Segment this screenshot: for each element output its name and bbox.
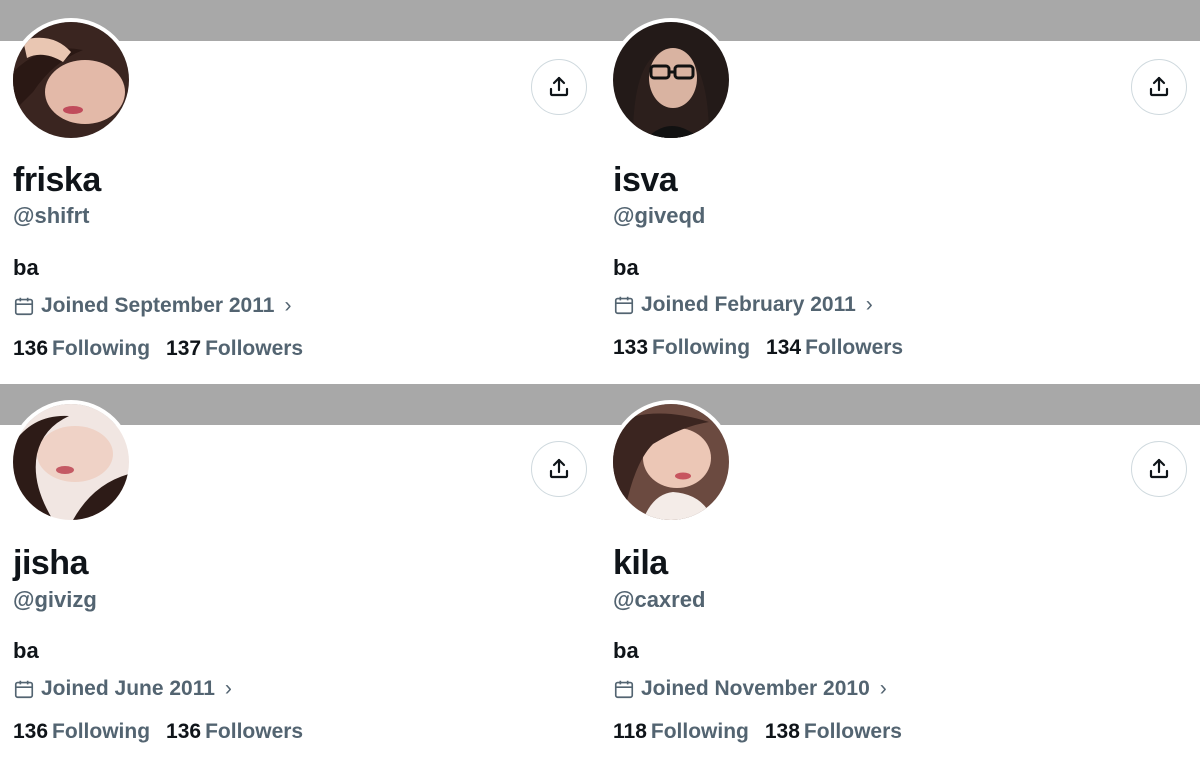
follow-stats: 136 Following 137 Followers: [13, 335, 303, 363]
bio: ba: [613, 638, 639, 663]
following-count: 136: [13, 337, 49, 360]
avatar[interactable]: [609, 400, 733, 524]
followers-stat[interactable]: 136 Followers: [166, 718, 303, 746]
display-name: friska: [13, 161, 101, 199]
share-upload-icon: [1149, 76, 1169, 97]
calendar-icon: [14, 680, 34, 699]
display-name: kila: [613, 544, 668, 582]
following-count: 133: [613, 336, 649, 359]
followers-label: Followers: [805, 336, 904, 359]
joined-text: Joined June 2011: [41, 677, 215, 700]
following-stat[interactable]: 118 Following: [613, 718, 749, 746]
followers-count: 138: [764, 720, 800, 743]
chevron-right-icon: ›: [284, 294, 292, 317]
following-stat[interactable]: 136 Following: [13, 718, 150, 746]
profile-card-kila: kila @caxred ba Joined November 2010 › 1…: [600, 384, 1200, 768]
followers-label: Followers: [205, 720, 304, 743]
following-label: Following: [52, 337, 151, 360]
following-count: 118: [613, 720, 647, 743]
share-upload-icon: [1149, 458, 1169, 479]
share-upload-icon: [549, 458, 569, 479]
following-label: Following: [650, 720, 749, 743]
follow-stats: 118 Following 138 Followers: [613, 718, 902, 746]
joined-text: Joined November 2010: [641, 677, 870, 700]
share-button[interactable]: [531, 441, 587, 497]
followers-stat[interactable]: 137 Followers: [166, 335, 303, 363]
joined-date[interactable]: Joined February 2011 ›: [613, 291, 873, 319]
calendar-icon: [614, 296, 634, 315]
followers-label: Followers: [205, 337, 304, 360]
joined-text: Joined February 2011: [641, 293, 856, 316]
joined-date[interactable]: Joined June 2011 ›: [13, 675, 232, 703]
following-stat[interactable]: 133 Following: [613, 334, 750, 362]
share-upload-icon: [549, 76, 569, 97]
display-name: jisha: [13, 544, 88, 582]
handle: @givizg: [13, 587, 97, 612]
followers-count: 137: [166, 337, 202, 360]
display-name: isva: [613, 161, 678, 199]
followers-count: 134: [766, 336, 802, 359]
profile-card-jisha: jisha @givizg ba Joined June 2011 › 136 F…: [0, 384, 600, 768]
chevron-right-icon: ›: [865, 293, 873, 316]
calendar-icon: [14, 297, 34, 316]
handle: @caxred: [613, 587, 706, 612]
calendar-icon: [614, 680, 634, 699]
followers-stat[interactable]: 134 Followers: [766, 334, 903, 362]
profile-card-friska: friska @shifrt ba Joined September 2011 …: [0, 0, 600, 384]
following-stat[interactable]: 136 Following: [13, 335, 150, 363]
chevron-right-icon: ›: [879, 677, 887, 700]
joined-date[interactable]: Joined November 2010 ›: [613, 675, 887, 703]
avatar[interactable]: [609, 18, 733, 142]
handle: @giveqd: [613, 203, 706, 228]
follow-stats: 133 Following 134 Followers: [613, 334, 903, 362]
followers-stat[interactable]: 138 Followers: [765, 718, 902, 746]
joined-date[interactable]: Joined September 2011 ›: [13, 292, 291, 320]
avatar[interactable]: [9, 400, 133, 524]
followers-count: 136: [166, 720, 202, 743]
chevron-right-icon: ›: [224, 677, 232, 700]
followers-label: Followers: [803, 720, 902, 743]
share-button[interactable]: [531, 59, 587, 115]
bio: ba: [13, 638, 39, 663]
following-label: Following: [52, 720, 151, 743]
following-count: 136: [13, 720, 49, 743]
bio: ba: [13, 255, 39, 280]
handle: @shifrt: [13, 203, 90, 228]
bio: ba: [613, 255, 639, 280]
follow-stats: 136 Following 136 Followers: [13, 718, 303, 746]
following-label: Following: [652, 336, 751, 359]
avatar[interactable]: [9, 18, 133, 142]
joined-text: Joined September 2011: [41, 294, 275, 317]
profile-card-isva: isva @giveqd ba Joined February 2011 › 1…: [600, 0, 1200, 384]
share-button[interactable]: [1131, 59, 1187, 115]
share-button[interactable]: [1131, 441, 1187, 497]
